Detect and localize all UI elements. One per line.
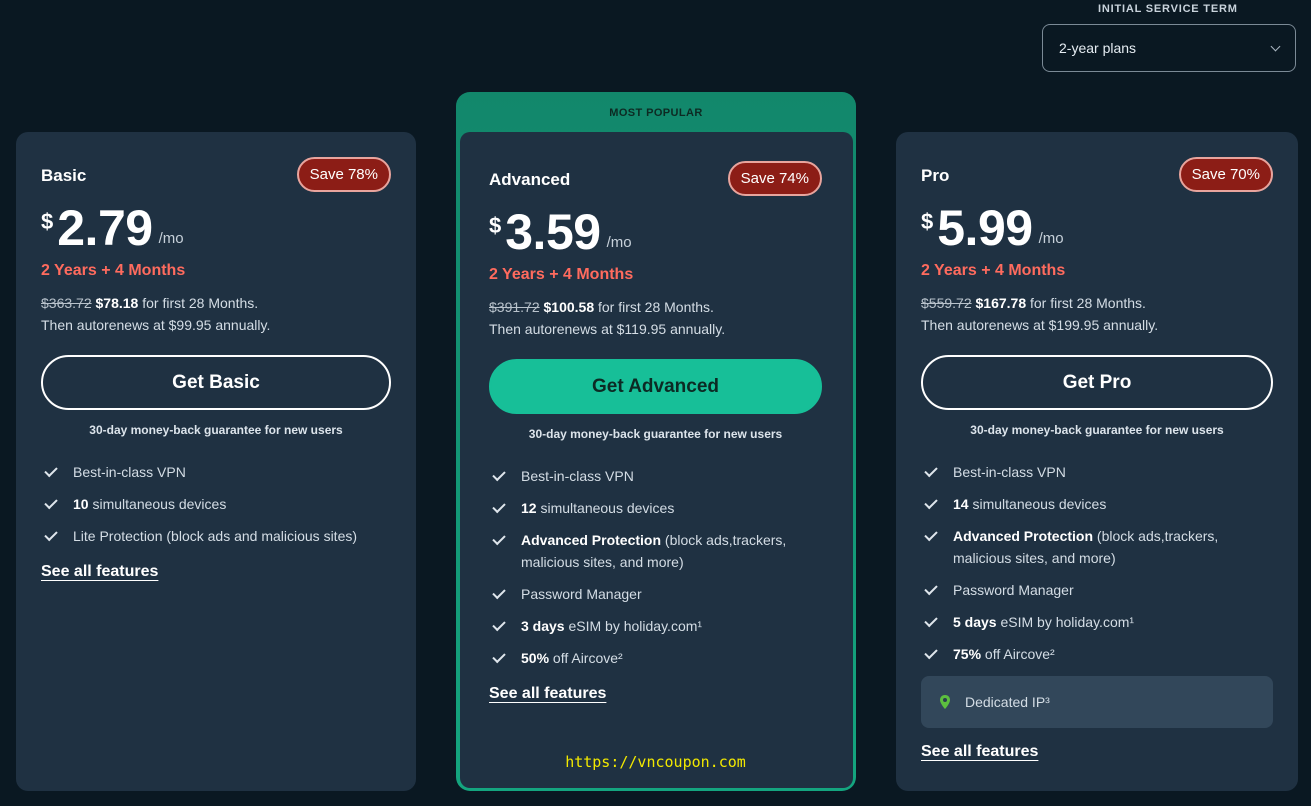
feature-item: Best-in-class VPN [41, 461, 391, 483]
guarantee-note: 30-day money-back guarantee for new user… [89, 423, 343, 437]
feature-item: 5 days eSIM by holiday.com¹ [921, 611, 1273, 633]
plan-name: Advanced [489, 170, 571, 189]
feature-item: Advanced Protection (block ads,trackers,… [921, 525, 1273, 569]
original-price: $559.72 [921, 295, 972, 311]
price-period: /mo [1038, 230, 1064, 247]
check-icon [492, 649, 506, 664]
price-period: /mo [158, 230, 184, 247]
check-icon [924, 463, 938, 478]
renewal-note: Then autorenews at $199.95 annually. [921, 317, 1159, 333]
feature-item: Password Manager [921, 579, 1273, 601]
most-popular-label: MOST POPULAR [609, 107, 703, 119]
feature-item: 75% off Aircove² [921, 643, 1273, 665]
feature-item: 10 simultaneous devices [41, 493, 391, 515]
feature-item: 14 simultaneous devices [921, 493, 1273, 515]
feature-item: Best-in-class VPN [489, 465, 822, 487]
pricing-details: $559.72 $167.78 for first 28 Months. The… [921, 292, 1158, 336]
discounted-price: $100.58 [543, 299, 595, 315]
check-icon [924, 495, 938, 510]
check-icon [492, 467, 506, 482]
feature-item: 12 simultaneous devices [489, 497, 822, 519]
check-icon [492, 585, 506, 600]
check-icon [924, 527, 938, 542]
price: $ 5.99 /mo [921, 202, 1064, 255]
check-icon [44, 527, 58, 542]
plan-card-basic: Basic Save 78% $ 2.79 /mo 2 Years + 4 Mo… [16, 132, 416, 791]
see-all-features-link[interactable]: See all features [921, 743, 1038, 761]
plan-name: Pro [921, 166, 950, 185]
currency: $ [921, 209, 934, 234]
currency: $ [41, 209, 54, 234]
feature-item: Best-in-class VPN [921, 461, 1273, 483]
plan-card-advanced: Advanced Save 74% $ 3.59 /mo 2 Years + 4… [460, 132, 853, 788]
get-advanced-button[interactable]: Get Advanced [489, 359, 822, 414]
check-icon [924, 645, 938, 660]
get-basic-button[interactable]: Get Basic [41, 355, 391, 410]
renewal-note: Then autorenews at $119.95 annually. [489, 321, 726, 337]
feature-list: Best-in-class VPN 10 simultaneous device… [41, 461, 391, 557]
feature-item: Lite Protection (block ads and malicious… [41, 525, 391, 547]
guarantee-note: 30-day money-back guarantee for new user… [970, 423, 1224, 437]
feature-list: Best-in-class VPN 12 simultaneous device… [489, 465, 822, 679]
discounted-price: $78.18 [95, 295, 139, 311]
term-select-value: 2-year plans [1059, 40, 1137, 56]
chevron-down-icon [1270, 41, 1281, 51]
currency: $ [489, 213, 502, 238]
term-select[interactable]: 2-year plans [1042, 24, 1296, 72]
dedicated-ip-label: Dedicated IP³ [965, 694, 1050, 710]
location-pin-icon [940, 695, 950, 709]
original-price: $391.72 [489, 299, 540, 315]
see-all-features-link[interactable]: See all features [489, 685, 606, 703]
feature-item: Password Manager [489, 583, 822, 605]
watermark-url: https://vncoupon.com [565, 753, 746, 771]
check-icon [44, 463, 58, 478]
price-period: /mo [606, 234, 632, 251]
price-amount: 2.79 [57, 200, 153, 256]
price-amount: 5.99 [937, 200, 1033, 256]
term-label: INITIAL SERVICE TERM [1098, 3, 1238, 15]
original-price: $363.72 [41, 295, 92, 311]
check-icon [492, 499, 506, 514]
see-all-features-link[interactable]: See all features [41, 563, 158, 581]
feature-item: Advanced Protection (block ads,trackers,… [489, 529, 822, 573]
save-badge: Save 78% [296, 157, 391, 192]
check-icon [924, 613, 938, 628]
price: $ 2.79 /mo [41, 202, 184, 255]
pricing-details: $363.72 $78.18 for first 28 Months. Then… [41, 292, 270, 336]
save-badge: Save 70% [1178, 157, 1273, 192]
feature-item: 3 days eSIM by holiday.com¹ [489, 615, 822, 637]
renewal-note: Then autorenews at $99.95 annually. [41, 317, 271, 333]
plan-card-pro: Pro Save 70% $ 5.99 /mo 2 Years + 4 Mont… [896, 132, 1298, 791]
feature-item: 50% off Aircove² [489, 647, 822, 669]
price-amount: 3.59 [505, 204, 601, 260]
price: $ 3.59 /mo [489, 206, 632, 259]
discounted-price: $167.78 [975, 295, 1027, 311]
first-period: for first 28 Months. [1026, 295, 1146, 311]
check-icon [924, 581, 938, 596]
first-period: for first 28 Months. [138, 295, 259, 311]
check-icon [44, 495, 58, 510]
term-duration: 2 Years + 4 Months [921, 262, 1066, 279]
dedicated-ip-addon: Dedicated IP³ [921, 676, 1273, 728]
pricing-details: $391.72 $100.58 for first 28 Months. The… [489, 296, 725, 340]
plan-name: Basic [41, 166, 87, 185]
guarantee-note: 30-day money-back guarantee for new user… [528, 427, 783, 441]
feature-list: Best-in-class VPN 14 simultaneous device… [921, 461, 1273, 675]
term-duration: 2 Years + 4 Months [489, 266, 634, 283]
get-pro-button[interactable]: Get Pro [921, 355, 1273, 410]
first-period: for first 28 Months. [594, 299, 714, 315]
check-icon [492, 531, 506, 546]
save-badge: Save 74% [727, 161, 822, 196]
term-duration: 2 Years + 4 Months [41, 262, 186, 279]
check-icon [492, 617, 506, 632]
